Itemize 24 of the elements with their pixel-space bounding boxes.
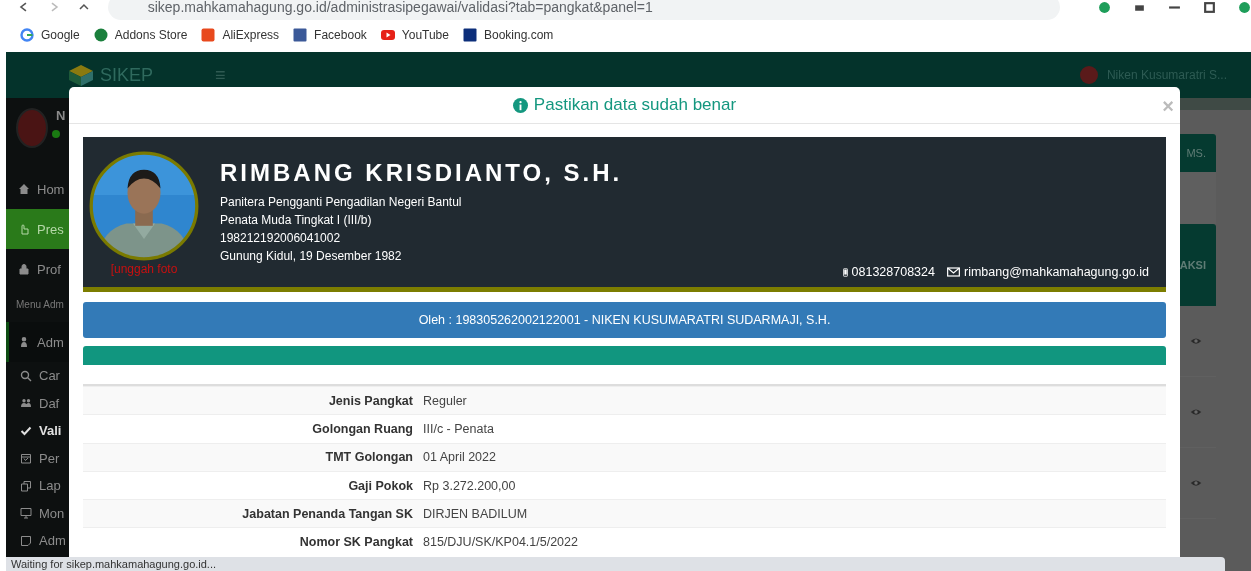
field-label: Golongan Ruang: [311, 421, 414, 436]
field-label: Jenis Pangkat: [327, 393, 414, 408]
profile-detail: 198212192006041002: [220, 230, 342, 247]
field-label: TMT Golongan: [324, 450, 414, 465]
field-value: Rp 3.272.200,00: [423, 478, 516, 493]
status-bar: Waiting for sikep.mahkamahagung.go.id...: [6, 557, 1225, 571]
field-label: Gaji Pokok: [347, 478, 414, 493]
field-label: Jabatan Penanda Tangan SK: [241, 506, 414, 521]
field-value: 01 April 2022: [423, 450, 496, 465]
modal-title: Pastikan data sudah benar: [533, 95, 737, 115]
phone-number: 081328708324: [851, 265, 935, 279]
employee-name: RIMBANG KRISDIANTO, S.H.: [220, 159, 623, 187]
field-label: Nomor SK Pangkat: [298, 535, 414, 550]
profile-detail: Gunung Kidul, 19 Desember 1982: [220, 248, 403, 265]
profile-detail: Panitera Pengganti Pengadilan Negeri Bantul: [220, 194, 463, 211]
menu-section-label: Menu Adm: [15, 297, 65, 312]
field-value: DIRJEN BADILUM: [423, 506, 528, 521]
profile-detail: Penata Muda Tingkat I (III/b): [220, 212, 373, 229]
email-address: rimbang@mahkamahagung.go.id: [963, 265, 1149, 279]
field-value: 815/DJU/SK/KP04.1/5/2022: [423, 535, 578, 550]
field-value: Reguler: [423, 393, 467, 408]
field-value: III/c - Penata: [423, 421, 494, 436]
submitted-by-bar: Oleh : 198305262002122001 - NIKEN KUSUMARATRI SUDARMAJI, S.H.: [83, 302, 1166, 338]
user-name: N: [56, 108, 66, 123]
